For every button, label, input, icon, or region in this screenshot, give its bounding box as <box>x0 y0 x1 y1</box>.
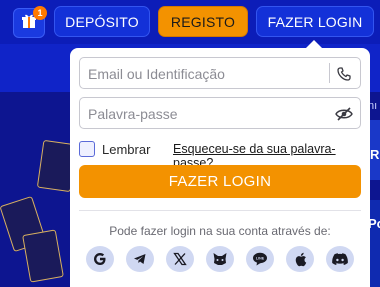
email-placeholder: Email ou Identificação <box>88 66 225 82</box>
gift-button[interactable]: 1 <box>13 6 47 38</box>
telegram-icon[interactable] <box>126 246 154 272</box>
side-text: R <box>370 147 380 162</box>
phone-icon[interactable] <box>334 64 354 84</box>
remember-me[interactable]: Lembrar <box>79 141 150 157</box>
register-button[interactable]: REGISTO <box>158 6 248 37</box>
x-icon[interactable] <box>166 246 194 272</box>
deposit-button[interactable]: DEPÓSITO <box>54 6 150 37</box>
apple-icon[interactable] <box>286 246 314 272</box>
remember-label: Lembrar <box>102 141 151 157</box>
social-login-text: Pode fazer login na sua conta através de… <box>109 224 331 238</box>
svg-text:LINE: LINE <box>256 257 265 261</box>
password-placeholder: Palavra-passe <box>88 106 178 122</box>
submit-login-button[interactable]: FAZER LOGIN <box>79 165 361 198</box>
social-login-row: LINE <box>86 246 362 272</box>
line-icon[interactable]: LINE <box>246 246 274 272</box>
remember-checkbox[interactable] <box>79 141 95 157</box>
login-popup: Email ou Identificação Palavra-passe Lem… <box>70 48 370 287</box>
email-field[interactable]: Email ou Identificação <box>79 57 361 89</box>
gift-badge: 1 <box>33 6 47 20</box>
eye-off-icon[interactable] <box>334 104 354 124</box>
metamask-icon[interactable] <box>206 246 234 272</box>
discord-icon[interactable] <box>326 246 354 272</box>
field-divider <box>329 63 330 83</box>
divider <box>79 210 361 211</box>
google-icon[interactable] <box>86 246 114 272</box>
login-button[interactable]: FAZER LOGIN <box>256 6 374 37</box>
password-field[interactable]: Palavra-passe <box>79 97 361 129</box>
